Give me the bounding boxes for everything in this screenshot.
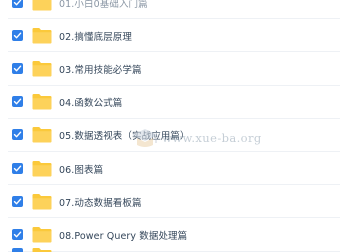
folder-name: 03.常用技能必学篇 — [59, 64, 142, 76]
folder-name: 06.图表篇 — [59, 164, 104, 176]
folder-icon — [32, 247, 52, 252]
checkbox-checked-icon[interactable] — [12, 129, 23, 141]
folder-icon — [32, 193, 52, 210]
folder-row-partial[interactable] — [0, 246, 340, 252]
checkbox-checked-icon[interactable] — [12, 228, 23, 240]
folder-name: 02.搞懂底层原理 — [59, 31, 133, 43]
folder-name: 01.小白0基础入门篇 — [59, 0, 148, 10]
folder-icon — [32, 0, 52, 11]
folder-row[interactable]: 06.图表篇 — [0, 152, 340, 186]
folder-icon — [32, 60, 52, 77]
checkbox-checked-icon[interactable] — [12, 62, 23, 74]
folder-name: 08.Power Query 数据处理篇 — [59, 230, 188, 242]
folder-row[interactable]: 01.小白0基础入门篇 — [0, 0, 340, 20]
checkbox-checked-icon[interactable] — [12, 0, 23, 8]
folder-icon — [32, 226, 52, 243]
folder-icon — [32, 27, 52, 44]
checkbox-checked-icon[interactable] — [12, 29, 23, 41]
folder-name: 04.函数公式篇 — [59, 98, 123, 110]
folder-name: 05.数据透视表（实战应用篇） — [59, 131, 190, 143]
checkbox-checked-icon[interactable] — [12, 248, 23, 252]
folder-icon — [32, 126, 52, 143]
folder-row[interactable]: 04.函数公式篇 — [0, 86, 340, 119]
folder-row[interactable]: 03.常用技能必学篇 — [0, 52, 340, 86]
checkbox-checked-icon[interactable] — [12, 96, 23, 108]
folder-icon — [32, 93, 52, 110]
folder-row[interactable]: 07.动态数据看板篇 — [0, 185, 340, 219]
folder-name: 07.动态数据看板篇 — [59, 197, 142, 209]
folder-list: 01.小白0基础入门篇 02.搞懂底层原理 03.常用技能必学篇 04.函数公式… — [0, 0, 340, 252]
folder-icon — [32, 160, 52, 177]
folder-row[interactable]: 05.数据透视表（实战应用篇） — [0, 119, 340, 152]
checkbox-checked-icon[interactable] — [12, 162, 23, 174]
checkbox-checked-icon[interactable] — [12, 195, 23, 207]
folder-row[interactable]: 02.搞懂底层原理 — [0, 19, 340, 53]
